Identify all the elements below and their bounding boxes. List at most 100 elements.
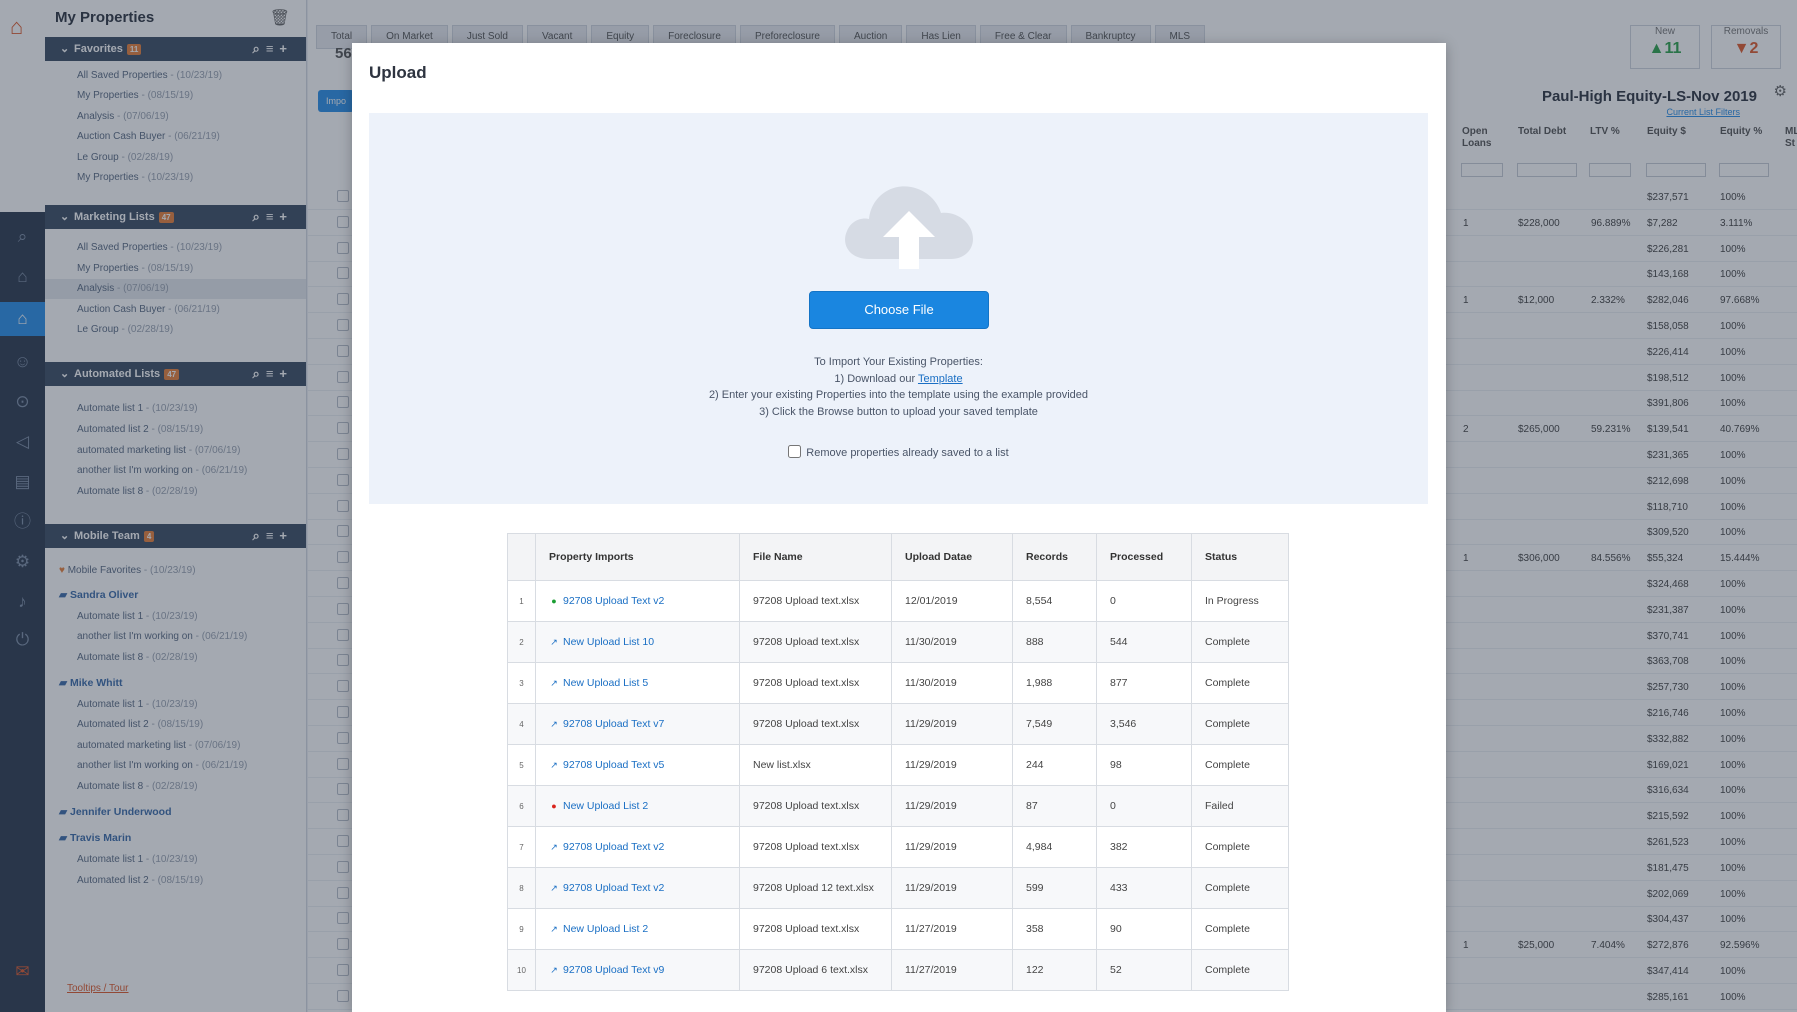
import-name-cell: ↗ 92708 Upload Text v7 [535, 703, 740, 745]
step1-text: 1) Download our [834, 373, 918, 385]
records-cell: 87 [1012, 785, 1097, 827]
import-name-cell: ↗ New Upload List 5 [535, 662, 740, 704]
import-name-link[interactable]: 92708 Upload Text v9 [563, 964, 664, 976]
external-link-icon[interactable]: ↗ [549, 678, 559, 689]
import-name-link[interactable]: New Upload List 2 [563, 800, 648, 812]
processed-cell: 52 [1096, 949, 1192, 991]
import-name-cell: ↗ 92708 Upload Text v2 [535, 826, 740, 868]
processed-cell: 3,546 [1096, 703, 1192, 745]
row-number: 1 [507, 580, 536, 622]
col-processed[interactable]: Processed [1096, 533, 1192, 581]
status-cell: Complete [1191, 826, 1289, 868]
upload-modal: Upload Choose File To Import Your Existi… [352, 43, 1446, 1012]
imports-table: Property Imports File Name Upload Datae … [507, 533, 1289, 991]
status-cell: Complete [1191, 703, 1289, 745]
table-row: 6 ● New Upload List 2 97208 Upload text.xls… [507, 785, 1289, 827]
records-cell: 7,549 [1012, 703, 1097, 745]
external-link-icon[interactable]: ↗ [549, 883, 559, 894]
external-link-icon[interactable]: ↗ [549, 637, 559, 648]
remove-properties-checkbox[interactable] [788, 445, 802, 458]
table-row: 7 ↗ 92708 Upload Text v2 97208 Upload text.… [507, 826, 1289, 868]
external-link-icon[interactable]: ↗ [549, 842, 559, 853]
col-records[interactable]: Records [1012, 533, 1097, 581]
external-link-icon[interactable]: ↗ [549, 760, 559, 771]
records-cell: 8,554 [1012, 580, 1097, 622]
file-name-cell: 97208 Upload 12 text.xlsx [739, 867, 892, 909]
row-number: 4 [507, 703, 536, 745]
instructions-heading: To Import Your Existing Properties: [814, 356, 983, 368]
remove-properties-label: Remove properties already saved to a lis… [806, 447, 1009, 459]
upload-date-cell: 11/30/2019 [891, 662, 1013, 704]
import-name-link[interactable]: 92708 Upload Text v2 [563, 882, 664, 894]
table-row: 2 ↗ New Upload List 10 97208 Upload text.xl… [507, 621, 1289, 663]
import-name-link[interactable]: 92708 Upload Text v7 [563, 718, 664, 730]
row-number: 2 [507, 621, 536, 663]
import-name-link[interactable]: New Upload List 5 [563, 677, 648, 689]
import-name-cell: ● New Upload List 2 [535, 785, 740, 827]
table-row: 8 ↗ 92708 Upload Text v2 97208 Upload 12 te… [507, 867, 1289, 909]
upload-date-cell: 11/29/2019 [891, 744, 1013, 786]
col-index [507, 533, 536, 581]
status-cell: Complete [1191, 867, 1289, 909]
status-cell: Complete [1191, 908, 1289, 950]
col-upload-date[interactable]: Upload Datae [891, 533, 1013, 581]
status-cell: Failed [1191, 785, 1289, 827]
row-number: 6 [507, 785, 536, 827]
import-name-cell: ↗ 92708 Upload Text v5 [535, 744, 740, 786]
file-name-cell: New list.xlsx [739, 744, 892, 786]
import-name-link[interactable]: 92708 Upload Text v5 [563, 759, 664, 771]
import-name-link[interactable]: New Upload List 10 [563, 636, 654, 648]
processed-cell: 877 [1096, 662, 1192, 704]
records-cell: 4,984 [1012, 826, 1097, 868]
col-property-imports[interactable]: Property Imports [535, 533, 740, 581]
import-name-cell: ↗ 92708 Upload Text v2 [535, 867, 740, 909]
col-status[interactable]: Status [1191, 533, 1289, 581]
file-name-cell: 97208 Upload text.xlsx [739, 785, 892, 827]
upload-date-cell: 11/30/2019 [891, 621, 1013, 663]
row-number: 3 [507, 662, 536, 704]
import-name-link[interactable]: 92708 Upload Text v2 [563, 595, 664, 607]
template-link[interactable]: Template [918, 373, 963, 385]
import-name-cell: ● 92708 Upload Text v2 [535, 580, 740, 622]
processed-cell: 433 [1096, 867, 1192, 909]
status-green-dot-icon: ● [551, 596, 557, 606]
choose-file-button[interactable]: Choose File [809, 291, 989, 329]
upload-date-cell: 12/01/2019 [891, 580, 1013, 622]
import-name-link[interactable]: 92708 Upload Text v2 [563, 841, 664, 853]
row-number: 7 [507, 826, 536, 868]
table-row: 4 ↗ 92708 Upload Text v7 97208 Upload text.… [507, 703, 1289, 745]
file-name-cell: 97208 Upload text.xlsx [739, 703, 892, 745]
modal-title: Upload [369, 63, 427, 82]
records-cell: 122 [1012, 949, 1097, 991]
table-row: 3 ↗ New Upload List 5 97208 Upload text.xls… [507, 662, 1289, 704]
processed-cell: 90 [1096, 908, 1192, 950]
remove-properties-option: Remove properties already saved to a lis… [369, 445, 1428, 459]
instructions-step2: 2) Enter your existing Properties into t… [708, 389, 1089, 401]
import-name-link[interactable]: New Upload List 2 [563, 923, 648, 935]
file-name-cell: 97208 Upload text.xlsx [739, 826, 892, 868]
cloud-upload-icon [845, 186, 973, 269]
file-name-cell: 97208 Upload 6 text.xlsx [739, 949, 892, 991]
upload-dropzone[interactable]: Choose File To Import Your Existing Prop… [369, 113, 1428, 504]
status-red-dot-icon: ● [551, 801, 557, 811]
table-row: 10 ↗ 92708 Upload Text v9 97208 Upload 6 te… [507, 949, 1289, 991]
import-name-cell: ↗ 92708 Upload Text v9 [535, 949, 740, 991]
upload-date-cell: 11/27/2019 [891, 908, 1013, 950]
file-name-cell: 97208 Upload text.xlsx [739, 908, 892, 950]
external-link-icon[interactable]: ↗ [549, 719, 559, 730]
upload-date-cell: 11/29/2019 [891, 826, 1013, 868]
records-cell: 358 [1012, 908, 1097, 950]
processed-cell: 0 [1096, 785, 1192, 827]
import-name-cell: ↗ New Upload List 10 [535, 621, 740, 663]
file-name-cell: 97208 Upload text.xlsx [739, 580, 892, 622]
processed-cell: 382 [1096, 826, 1192, 868]
records-cell: 244 [1012, 744, 1097, 786]
records-cell: 888 [1012, 621, 1097, 663]
upload-date-cell: 11/29/2019 [891, 703, 1013, 745]
import-name-cell: ↗ New Upload List 2 [535, 908, 740, 950]
external-link-icon[interactable]: ↗ [549, 965, 559, 976]
status-cell: Complete [1191, 662, 1289, 704]
external-link-icon[interactable]: ↗ [549, 924, 559, 935]
status-cell: Complete [1191, 949, 1289, 991]
col-file-name[interactable]: File Name [739, 533, 892, 581]
